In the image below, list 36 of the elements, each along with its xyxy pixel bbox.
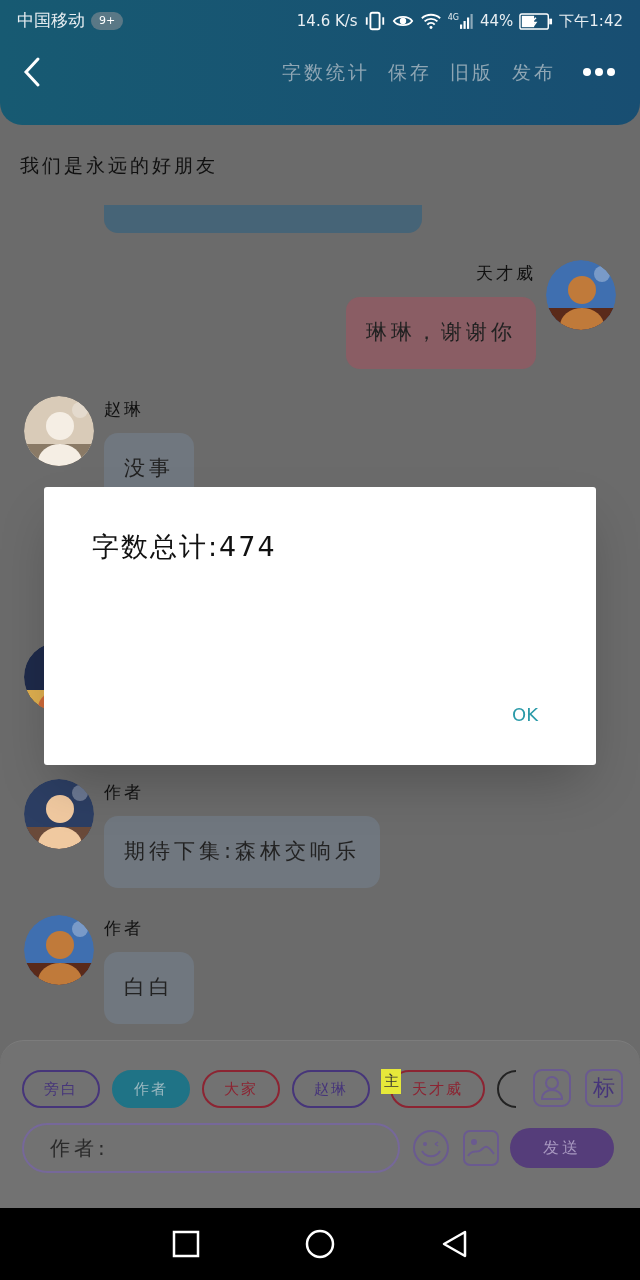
message-bubble: 白白: [104, 952, 194, 1024]
clock-time: 下午1:42: [559, 10, 623, 32]
role-chip[interactable]: 作者: [112, 1070, 190, 1108]
network-type: 4G: [447, 12, 459, 24]
battery-percent: 44%: [479, 10, 514, 32]
network-speed: 14.6 K/s: [296, 10, 358, 32]
toolbar-action[interactable]: 发布: [512, 57, 556, 87]
notification-badge: 9+: [91, 12, 124, 30]
send-button[interactable]: 发送: [510, 1128, 614, 1168]
signal-icon: [459, 12, 474, 30]
sender-name: 作者: [104, 917, 144, 940]
sender-name: 天才威: [476, 262, 536, 285]
role-chip[interactable]: 大家: [202, 1070, 280, 1108]
recent-apps-icon[interactable]: [172, 1230, 200, 1258]
message-bubble: 期待下集:森林交响乐: [104, 816, 381, 888]
dialog-message: 字数总计:474: [92, 530, 277, 564]
message-bubble: 琳琳，谢谢你: [346, 297, 536, 369]
battery-icon: [519, 12, 554, 30]
sender-name: 作者: [104, 781, 144, 804]
back-icon[interactable]: [22, 56, 42, 88]
mark-button[interactable]: 标: [585, 1069, 623, 1107]
ok-button[interactable]: OK: [512, 701, 538, 728]
message-input[interactable]: 作者:: [22, 1123, 400, 1173]
main-role-badge: 主: [381, 1069, 401, 1094]
carrier-label: 中国移动: [17, 9, 85, 33]
back-nav-icon[interactable]: [440, 1229, 468, 1259]
more-icon[interactable]: [582, 67, 616, 77]
role-chip[interactable]: 旁白: [22, 1070, 100, 1108]
toolbar-action[interactable]: 保存: [388, 57, 432, 87]
vibrate-icon: [363, 10, 386, 32]
sender-name: 赵琳: [104, 398, 144, 421]
page-title: 我们是永远的好朋友: [19, 152, 219, 178]
toolbar-action[interactable]: 字数统计: [282, 57, 370, 87]
toolbar-action[interactable]: 旧版: [450, 57, 494, 87]
home-icon[interactable]: [304, 1228, 336, 1260]
role-chip[interactable]: 赵琳: [292, 1070, 370, 1108]
